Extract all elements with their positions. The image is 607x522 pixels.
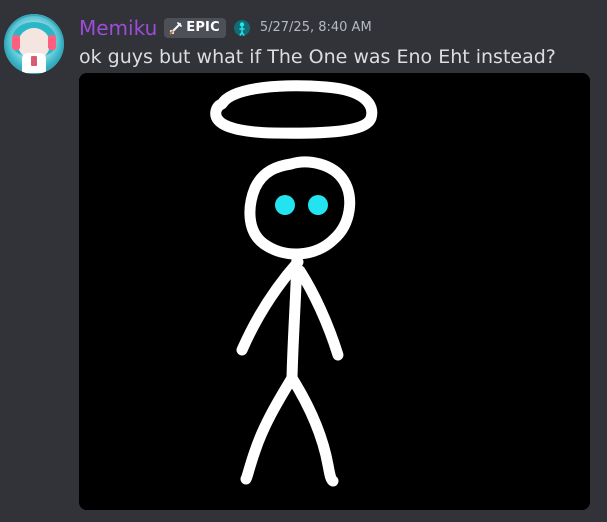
badge-label: EPIC [186, 20, 220, 35]
avatar-tie [31, 56, 37, 66]
username[interactable]: Memiku [79, 18, 157, 38]
avatar-hair-ribbon-left [12, 35, 20, 50]
figure-icon[interactable] [233, 19, 251, 37]
right-eye [308, 195, 328, 215]
epic-badge[interactable]: EPIC [164, 17, 226, 38]
message-header: Memiku EPIC 5/27/25, 8:40 AM [79, 15, 372, 40]
left-eye [275, 195, 295, 215]
image-attachment[interactable] [79, 73, 590, 510]
timestamp[interactable]: 5/27/25, 8:40 AM [260, 20, 372, 35]
avatar-hair-ribbon-right [48, 35, 56, 50]
message-text: ok guys but what if The One was Eno Eht … [79, 46, 556, 68]
chat-message: Memiku EPIC 5/27/25, 8:40 AM ok guys but… [0, 0, 607, 522]
stick-figure-drawing [79, 73, 590, 510]
sword-icon [168, 20, 184, 36]
avatar[interactable] [4, 14, 64, 74]
